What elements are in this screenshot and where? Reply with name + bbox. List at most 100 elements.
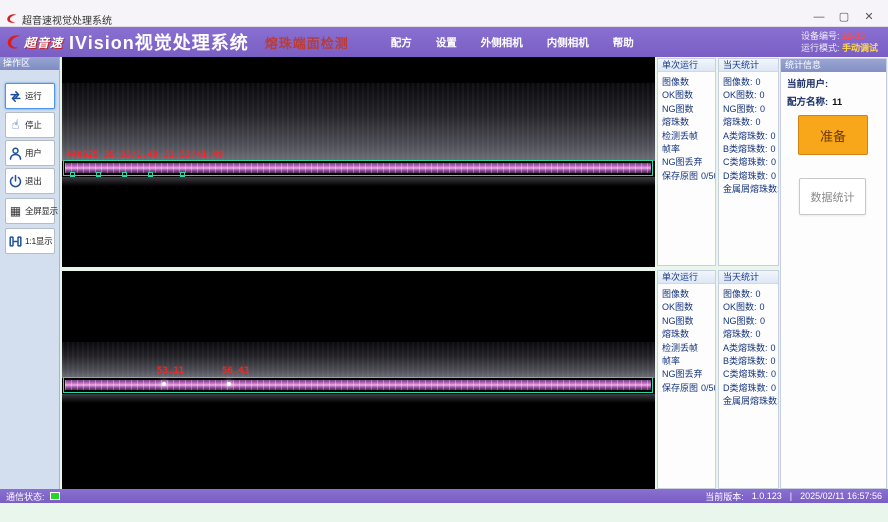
app-window: 超音速视觉处理系统 — ▢ ✕ 超音速 IVision视觉处理系统 熔珠端面检测…	[0, 0, 888, 522]
menu-inner-camera[interactable]: 内侧相机	[547, 35, 589, 50]
menu-outer-camera[interactable]: 外侧相机	[481, 35, 523, 50]
stat-row: NG图数:0	[719, 314, 778, 327]
data-statistics-button[interactable]: 数据统计	[799, 178, 866, 215]
stat-row: NG图丢弃	[658, 367, 715, 380]
stat-row: 图像数	[658, 75, 715, 88]
menu-recipe[interactable]: 配方	[391, 35, 412, 50]
camera-view-bottom: 53.11 56.43	[62, 271, 655, 489]
stat-row: 金属屑熔珠数:0	[719, 182, 778, 195]
user-button[interactable]: 用户	[5, 140, 55, 166]
stat-row: 帧率	[658, 142, 715, 155]
statistics-info-title: 统计信息	[781, 59, 886, 72]
user-icon	[8, 146, 23, 161]
close-button[interactable]: ✕	[858, 9, 880, 25]
desktop-background	[0, 503, 888, 522]
stat-row: C类熔珠数:0	[719, 155, 778, 168]
app-header: 超音速 IVision视觉处理系统 熔珠端面检测 配方 设置 外侧相机 内侧相机…	[0, 27, 888, 57]
stat-row: OK图数:0	[719, 300, 778, 313]
stat-row: B类熔珠数:0	[719, 354, 778, 367]
stat-row: OK图数	[658, 88, 715, 101]
fullscreen-button-label: 全屏显示	[25, 205, 58, 217]
single-run-title-bottom: 单次运行	[658, 271, 715, 284]
device-info: 设备编号: 22-33 运行模式: 手动调试	[801, 30, 882, 54]
stat-row: 检测丢帧	[658, 341, 715, 354]
one-to-one-button[interactable]: 1:1显示	[5, 228, 55, 254]
app-logo-icon	[6, 13, 18, 24]
run-button[interactable]: 运行	[5, 83, 55, 109]
comm-status-indicator	[50, 492, 60, 500]
datetime-value: 2025/02/11 16:57:56	[800, 491, 882, 501]
brand-text: 超音速	[24, 34, 63, 51]
window-titlebar: 超音速视觉处理系统 — ▢ ✕	[0, 0, 888, 27]
single-run-panel-bottom: 单次运行 图像数 OK图数 NG图数 熔珠数 检测丢帧 帧率 NG图丢弃 保存原…	[657, 270, 716, 489]
stat-row: B类熔珠数:0	[719, 142, 778, 155]
brand-logo: 超音速	[6, 33, 63, 51]
status-separator: |	[790, 491, 792, 501]
detection-marker	[148, 172, 153, 177]
run-cycle-icon	[8, 89, 23, 104]
minimize-button[interactable]: —	[808, 9, 830, 25]
page-title: IVision视觉处理系统	[69, 29, 249, 55]
brand-swoosh-icon	[6, 33, 22, 51]
stat-row: 帧率	[658, 354, 715, 367]
fullscreen-button[interactable]: ▦ 全屏显示	[5, 198, 55, 224]
single-run-rows-bottom: 图像数 OK图数 NG图数 熔珠数 检测丢帧 帧率 NG图丢弃 保存原图0/50…	[658, 284, 715, 394]
metal-strip-image-bottom	[65, 380, 651, 390]
stat-row: 图像数:0	[719, 287, 778, 300]
sidebar-title: 操作区	[0, 57, 59, 70]
defect-dot	[162, 382, 166, 386]
single-run-title-top: 单次运行	[658, 59, 715, 72]
detection-roi-box-bottom	[63, 377, 653, 393]
detection-marker	[96, 172, 101, 177]
device-number-value: 22-33	[842, 31, 865, 41]
one-to-one-icon	[8, 234, 23, 249]
status-bar: 通信状态: 当前版本: 1.0.123 | 2025/02/11 16:57:5…	[0, 489, 888, 503]
stat-row: 保存原图0/500	[658, 381, 715, 394]
stat-row: 图像数:0	[719, 75, 778, 88]
stop-button[interactable]: ☝ 停止	[5, 112, 55, 138]
stat-row: 保存原图0/500	[658, 169, 715, 182]
exit-button[interactable]: 退出	[5, 168, 55, 194]
recipe-name-value: 11	[832, 97, 842, 108]
camera-view-top: 440625 39.83/1.49 31.53/41.49	[62, 57, 655, 267]
stat-row: A类熔珠数:0	[719, 341, 778, 354]
measurement-annotation-top: 440625 39.83/1.49 31.53/41.49	[66, 150, 223, 160]
run-mode-label: 运行模式:	[801, 43, 840, 53]
stat-row: 图像数	[658, 287, 715, 300]
detection-marker	[122, 172, 127, 177]
current-user-label: 当前用户:	[787, 79, 828, 90]
stat-row: 熔珠数	[658, 327, 715, 340]
single-run-panel-top: 单次运行 图像数 OK图数 NG图数 熔珠数 检测丢帧 帧率 NG图丢弃 保存原…	[657, 58, 716, 266]
stat-row: NG图数	[658, 314, 715, 327]
detection-marker	[70, 172, 75, 177]
camera-image-background-bottom	[62, 342, 655, 378]
menu-bar: 配方 设置 外侧相机 内侧相机 帮助	[391, 35, 634, 50]
strip-shadow-top	[62, 177, 655, 186]
daily-stats-rows-top: 图像数:0 OK图数:0 NG图数:0 熔珠数:0 A类熔珠数:0 B类熔珠数:…	[719, 72, 778, 196]
maximize-button[interactable]: ▢	[833, 9, 855, 25]
stat-row: D类熔珠数:0	[719, 381, 778, 394]
stat-row: OK图数	[658, 300, 715, 313]
menu-settings[interactable]: 设置	[436, 35, 457, 50]
power-icon	[8, 174, 23, 189]
menu-help[interactable]: 帮助	[613, 35, 634, 50]
run-button-label: 运行	[25, 90, 41, 102]
run-mode-value: 手动调试	[842, 43, 878, 53]
measurement-annotation-2: 56.43	[222, 366, 249, 376]
recipe-name-label: 配方名称:	[787, 97, 828, 108]
detection-marker	[180, 172, 185, 177]
prepare-button[interactable]: 准备	[798, 115, 868, 155]
daily-stats-panel-top: 当天统计 图像数:0 OK图数:0 NG图数:0 熔珠数:0 A类熔珠数:0 B…	[718, 58, 779, 266]
stat-row: 熔珠数:0	[719, 327, 778, 340]
stat-row: 熔珠数	[658, 115, 715, 128]
daily-stats-title-top: 当天统计	[719, 59, 778, 72]
stat-row: 熔珠数:0	[719, 115, 778, 128]
daily-stats-rows-bottom: 图像数:0 OK图数:0 NG图数:0 熔珠数:0 A类熔珠数:0 B类熔珠数:…	[719, 284, 778, 408]
stat-row: 金属屑熔珠数:0	[719, 394, 778, 407]
exit-button-label: 退出	[25, 175, 41, 187]
daily-stats-title-bottom: 当天统计	[719, 271, 778, 284]
strip-shadow-bottom	[62, 394, 655, 403]
defect-dot	[227, 382, 231, 386]
stat-row: NG图丢弃	[658, 155, 715, 168]
operation-sidebar: 操作区 运行 ☝ 停止 用户 退出 ▦ 全屏显示	[0, 57, 60, 489]
